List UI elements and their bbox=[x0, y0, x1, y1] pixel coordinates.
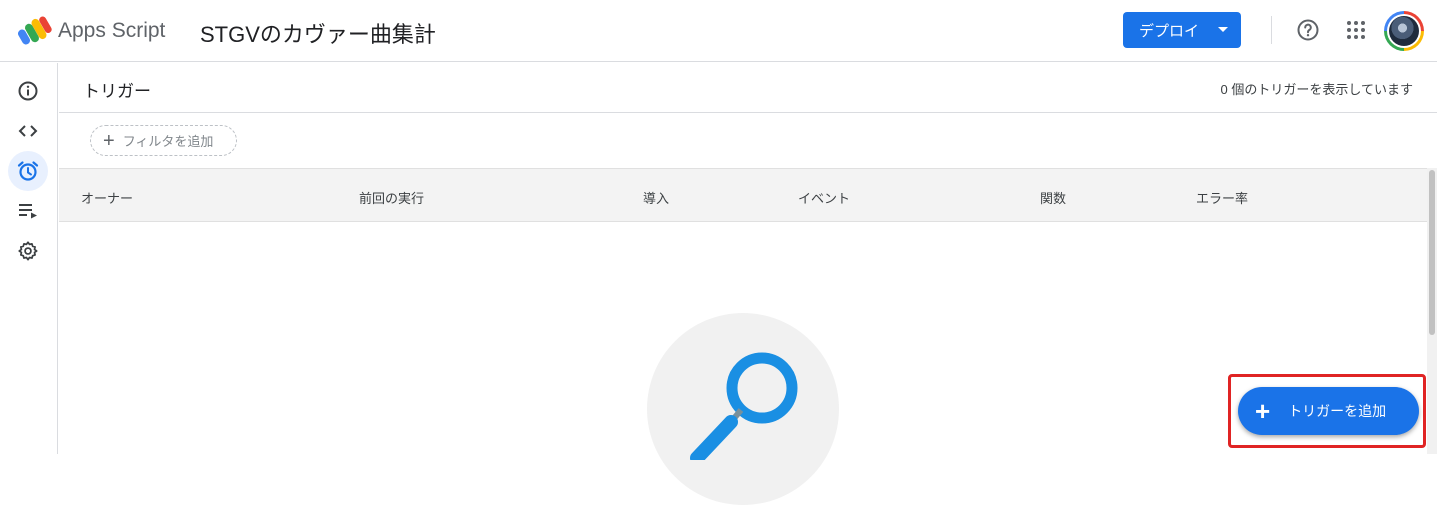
column-deployment[interactable]: 導入 bbox=[643, 188, 669, 207]
deploy-label: デプロイ bbox=[1139, 22, 1200, 40]
divider bbox=[59, 112, 1437, 113]
sidebar bbox=[0, 63, 58, 454]
divider bbox=[1271, 16, 1272, 44]
sidebar-item-editor[interactable] bbox=[8, 111, 48, 151]
magnifier-icon bbox=[690, 352, 798, 460]
deploy-button[interactable]: デプロイ bbox=[1123, 12, 1241, 48]
gear-icon bbox=[18, 241, 38, 261]
sidebar-item-executions[interactable] bbox=[8, 191, 48, 231]
app-name: Apps Script bbox=[58, 19, 166, 42]
scrollbar[interactable] bbox=[1427, 168, 1437, 454]
add-trigger-label: トリガーを追加 bbox=[1288, 403, 1387, 419]
add-filter-chip[interactable]: + フィルタを追加 bbox=[90, 125, 237, 156]
plus-icon: + bbox=[1255, 396, 1271, 426]
executions-icon bbox=[19, 204, 37, 219]
column-function[interactable]: 関数 bbox=[1040, 188, 1066, 207]
column-event[interactable]: イベント bbox=[798, 188, 850, 207]
column-last-run[interactable]: 前回の実行 bbox=[359, 188, 424, 207]
avatar-ring bbox=[1387, 14, 1421, 48]
trigger-count: 0 個のトリガーを表示しています bbox=[1220, 82, 1413, 97]
page-title: トリガー bbox=[83, 82, 151, 101]
sidebar-item-triggers[interactable] bbox=[8, 151, 48, 191]
sidebar-item-overview[interactable] bbox=[8, 71, 48, 111]
caret-down-icon bbox=[1218, 27, 1228, 32]
avatar[interactable] bbox=[1384, 11, 1424, 51]
filter-label: フィルタを追加 bbox=[122, 134, 214, 149]
alarm-clock-icon bbox=[17, 161, 39, 181]
avatar-image bbox=[1389, 16, 1419, 46]
add-trigger-button[interactable]: + トリガーを追加 bbox=[1238, 387, 1419, 435]
column-owner[interactable]: オーナー bbox=[81, 188, 133, 207]
code-icon bbox=[18, 125, 38, 137]
info-icon bbox=[18, 81, 38, 101]
scrollbar-thumb[interactable] bbox=[1429, 170, 1435, 335]
sidebar-item-settings[interactable] bbox=[8, 231, 48, 271]
help-icon[interactable] bbox=[1296, 18, 1320, 42]
apps-script-logo[interactable] bbox=[18, 15, 52, 45]
apps-grid-icon[interactable] bbox=[1345, 19, 1367, 41]
table-header: オーナー 前回の実行 導入 イベント 関数 エラー率 bbox=[59, 168, 1427, 222]
top-bar: Apps Script STGVのカヴァー曲集計 デプロイ bbox=[0, 0, 1437, 62]
column-error-rate[interactable]: エラー率 bbox=[1196, 188, 1248, 207]
plus-icon: + bbox=[103, 129, 115, 152]
project-title[interactable]: STGVのカヴァー曲集計 bbox=[200, 17, 436, 49]
